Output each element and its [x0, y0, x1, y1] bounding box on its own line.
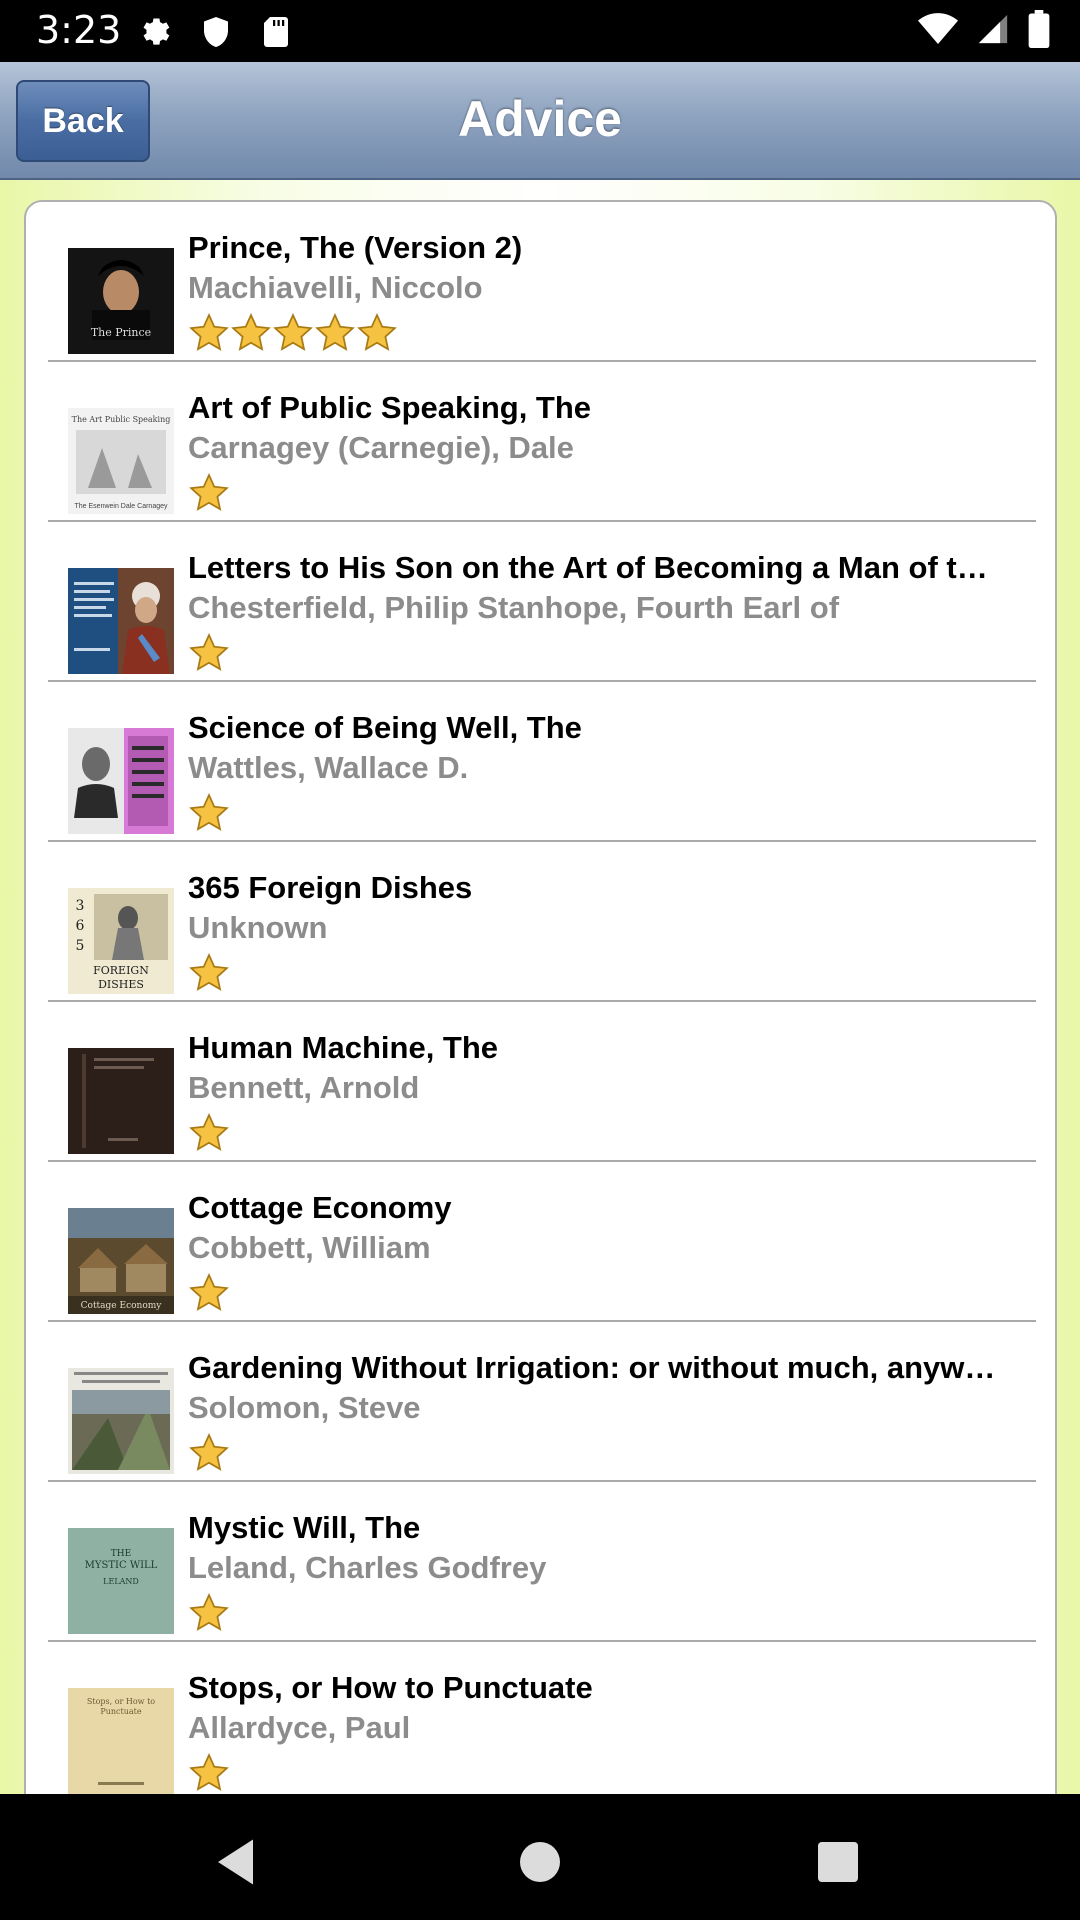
book-cover: [68, 1368, 174, 1474]
svg-text:Stops, or How to: Stops, or How to: [87, 1697, 155, 1706]
list-item[interactable]: The Prince Prince, The (Version 2) Machi…: [48, 202, 1036, 362]
book-author: Allardyce, Paul: [188, 1710, 411, 1745]
star-rating: [188, 312, 398, 354]
svg-text:MYSTIC WILL: MYSTIC WILL: [85, 1560, 158, 1571]
book-author: Unknown: [188, 910, 328, 945]
star-icon: [189, 1113, 229, 1151]
book-title: Human Machine, The: [188, 1030, 499, 1065]
status-icons-right: [918, 9, 1050, 53]
star-icon: [189, 1753, 229, 1791]
list-item[interactable]: Science of Being Well, The Wattles, Wall…: [48, 682, 1036, 842]
signal-icon: [976, 12, 1010, 51]
shield-icon: [198, 14, 234, 50]
book-cover: [68, 728, 174, 834]
home-circle-icon[interactable]: [510, 1832, 570, 1892]
star-icon: [189, 633, 229, 671]
book-title: Art of Public Speaking, The: [188, 390, 592, 425]
book-cover: Stops, or How to Punctuate: [68, 1688, 174, 1794]
book-title: Cottage Economy: [188, 1190, 452, 1225]
book-cover: The Prince: [68, 248, 174, 354]
book-title: Prince, The (Version 2): [188, 230, 523, 265]
book-cover: The Art Public Speaking The Esenwein Dal…: [68, 408, 174, 514]
star-rating: [188, 472, 230, 514]
star-rating: [188, 1752, 230, 1794]
list-item[interactable]: Stops, or How to Punctuate Stops, or How…: [48, 1642, 1036, 1794]
star-icon: [357, 313, 397, 351]
battery-icon: [1028, 9, 1050, 53]
svg-text:3: 3: [76, 898, 85, 914]
star-rating: [188, 1432, 230, 1474]
list-item[interactable]: The Art Public Speaking The Esenwein Dal…: [48, 362, 1036, 522]
status-time: 3:23: [36, 8, 122, 52]
book-author: Cobbett, William: [188, 1230, 431, 1265]
star-icon: [189, 1273, 229, 1311]
status-icons-left: [138, 14, 294, 50]
book-author: Wattles, Wallace D.: [188, 750, 469, 785]
list-item[interactable]: Letters to His Son on the Art of Becomin…: [48, 522, 1036, 682]
list-item[interactable]: 3 6 5 FOREIGN DISHES 365 Foreign Dishes …: [48, 842, 1036, 1002]
book-title: Stops, or How to Punctuate: [188, 1670, 593, 1705]
star-icon: [231, 313, 271, 351]
book-author: Bennett, Arnold: [188, 1070, 420, 1105]
star-icon: [273, 313, 313, 351]
star-rating: [188, 1272, 230, 1314]
star-icon: [189, 473, 229, 511]
gear-icon: [138, 14, 174, 50]
star-icon: [189, 1593, 229, 1631]
svg-text:LELAND: LELAND: [103, 1577, 139, 1586]
book-author: Chesterfield, Philip Stanhope, Fourth Ea…: [188, 590, 840, 625]
star-icon: [189, 313, 229, 351]
book-title: 365 Foreign Dishes: [188, 870, 473, 905]
content-area: The Prince Prince, The (Version 2) Machi…: [0, 180, 1080, 1794]
svg-text:DISHES: DISHES: [98, 978, 144, 991]
book-cover: [68, 568, 174, 674]
recents-square-icon[interactable]: [808, 1832, 868, 1892]
svg-text:The Art Public Speaking: The Art Public Speaking: [72, 415, 171, 424]
svg-text:THE: THE: [111, 1549, 131, 1559]
book-cover: [68, 1048, 174, 1154]
list-item[interactable]: THE MYSTIC WILL LELAND Mystic Will, The …: [48, 1482, 1036, 1642]
book-cover: Cottage Economy: [68, 1208, 174, 1314]
star-icon: [189, 793, 229, 831]
list-item[interactable]: Human Machine, The Bennett, Arnold: [48, 1002, 1036, 1162]
star-rating: [188, 792, 230, 834]
book-cover: 3 6 5 FOREIGN DISHES: [68, 888, 174, 994]
sd-card-icon: [258, 14, 294, 50]
star-rating: [188, 632, 230, 674]
system-nav-bar: [0, 1794, 1080, 1920]
book-title: Science of Being Well, The: [188, 710, 582, 745]
star-icon: [189, 953, 229, 991]
book-author: Leland, Charles Godfrey: [188, 1550, 547, 1585]
svg-text:6: 6: [76, 918, 85, 934]
svg-text:Cottage Economy: Cottage Economy: [81, 1301, 163, 1311]
star-icon: [315, 313, 355, 351]
list-item[interactable]: Gardening Without Irrigation: or without…: [48, 1322, 1036, 1482]
star-rating: [188, 1112, 230, 1154]
app-header: Back Advice: [0, 62, 1080, 180]
svg-text:5: 5: [76, 938, 85, 954]
list-item[interactable]: Cottage Economy Cottage Economy Cobbett,…: [48, 1162, 1036, 1322]
star-rating: [188, 1592, 230, 1634]
book-title: Letters to His Son on the Art of Becomin…: [188, 550, 988, 585]
page-title: Advice: [458, 91, 622, 147]
svg-text:The Esenwein Dale Carnagey: The Esenwein Dale Carnagey: [75, 503, 168, 510]
star-icon: [189, 1433, 229, 1471]
book-list: The Prince Prince, The (Version 2) Machi…: [24, 200, 1057, 1794]
status-bar: 3:23: [0, 0, 1080, 62]
book-title: Gardening Without Irrigation: or without…: [188, 1350, 996, 1385]
book-title: Mystic Will, The: [188, 1510, 421, 1545]
book-cover: THE MYSTIC WILL LELAND: [68, 1528, 174, 1634]
svg-text:FOREIGN: FOREIGN: [93, 964, 149, 977]
book-author: Solomon, Steve: [188, 1390, 421, 1425]
book-author: Carnagey (Carnegie), Dale: [188, 430, 574, 465]
star-rating: [188, 952, 230, 994]
back-triangle-icon[interactable]: [208, 1832, 268, 1892]
book-author: Machiavelli, Niccolo: [188, 270, 483, 305]
svg-text:Punctuate: Punctuate: [100, 1707, 142, 1716]
svg-text:The Prince: The Prince: [91, 326, 151, 339]
wifi-icon: [918, 12, 958, 51]
